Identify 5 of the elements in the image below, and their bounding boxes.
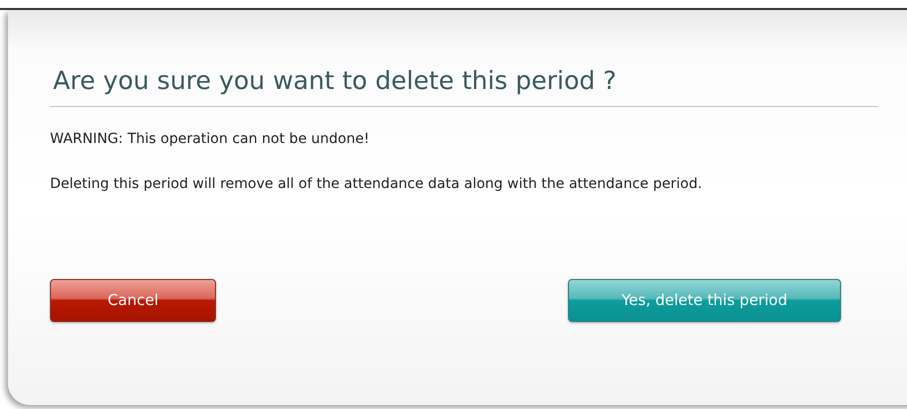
- dialog-title: Are you sure you want to delete this period ?: [50, 62, 878, 106]
- message-text: Deleting this period will remove all of the attendance data along with the attendance period.: [50, 174, 704, 194]
- warning-text: WARNING: This operation can not be undone!: [50, 130, 370, 148]
- confirm-button[interactable]: Yes, delete this period: [568, 278, 841, 322]
- cancel-button[interactable]: Cancel: [50, 278, 216, 322]
